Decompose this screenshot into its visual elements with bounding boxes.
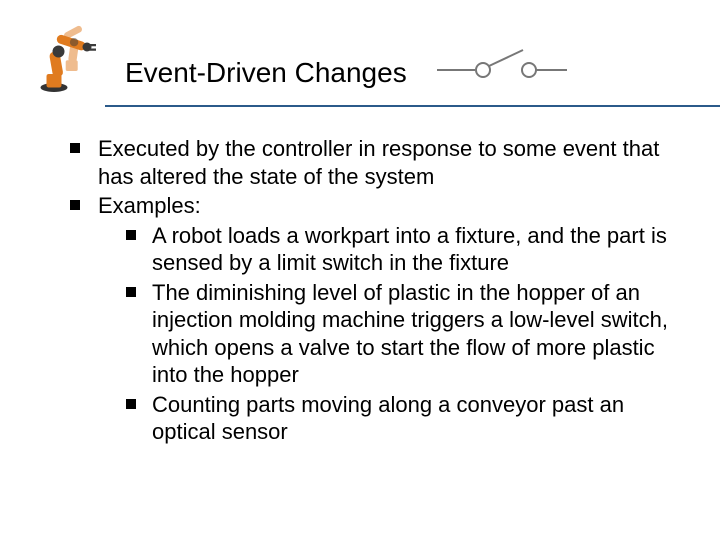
slide-title: Event-Driven Changes (125, 57, 407, 95)
sub-bullet-text: A robot loads a workpart into a fixture,… (152, 223, 667, 276)
sub-bullet-item: The diminishing level of plastic in the … (126, 279, 680, 389)
sub-bullet-text: The diminishing level of plastic in the … (152, 280, 668, 388)
sub-bullet-item: A robot loads a workpart into a fixture,… (126, 222, 680, 277)
sub-bullet-text: Counting parts moving along a conveyor p… (152, 392, 624, 445)
bullet-text: Examples: (98, 193, 201, 218)
switch-symbol-icon (437, 44, 567, 95)
title-underline (105, 105, 720, 107)
bullet-text: Executed by the controller in response t… (98, 136, 659, 189)
sub-bullet-item: Counting parts moving along a conveyor p… (126, 391, 680, 446)
bullet-item: Executed by the controller in response t… (70, 135, 680, 190)
slide-body: Executed by the controller in response t… (0, 95, 720, 446)
slide-header: Event-Driven Changes (0, 0, 720, 95)
bullet-item: Examples: A robot loads a workpart into … (70, 192, 680, 446)
robot-arm-icon (30, 20, 105, 95)
